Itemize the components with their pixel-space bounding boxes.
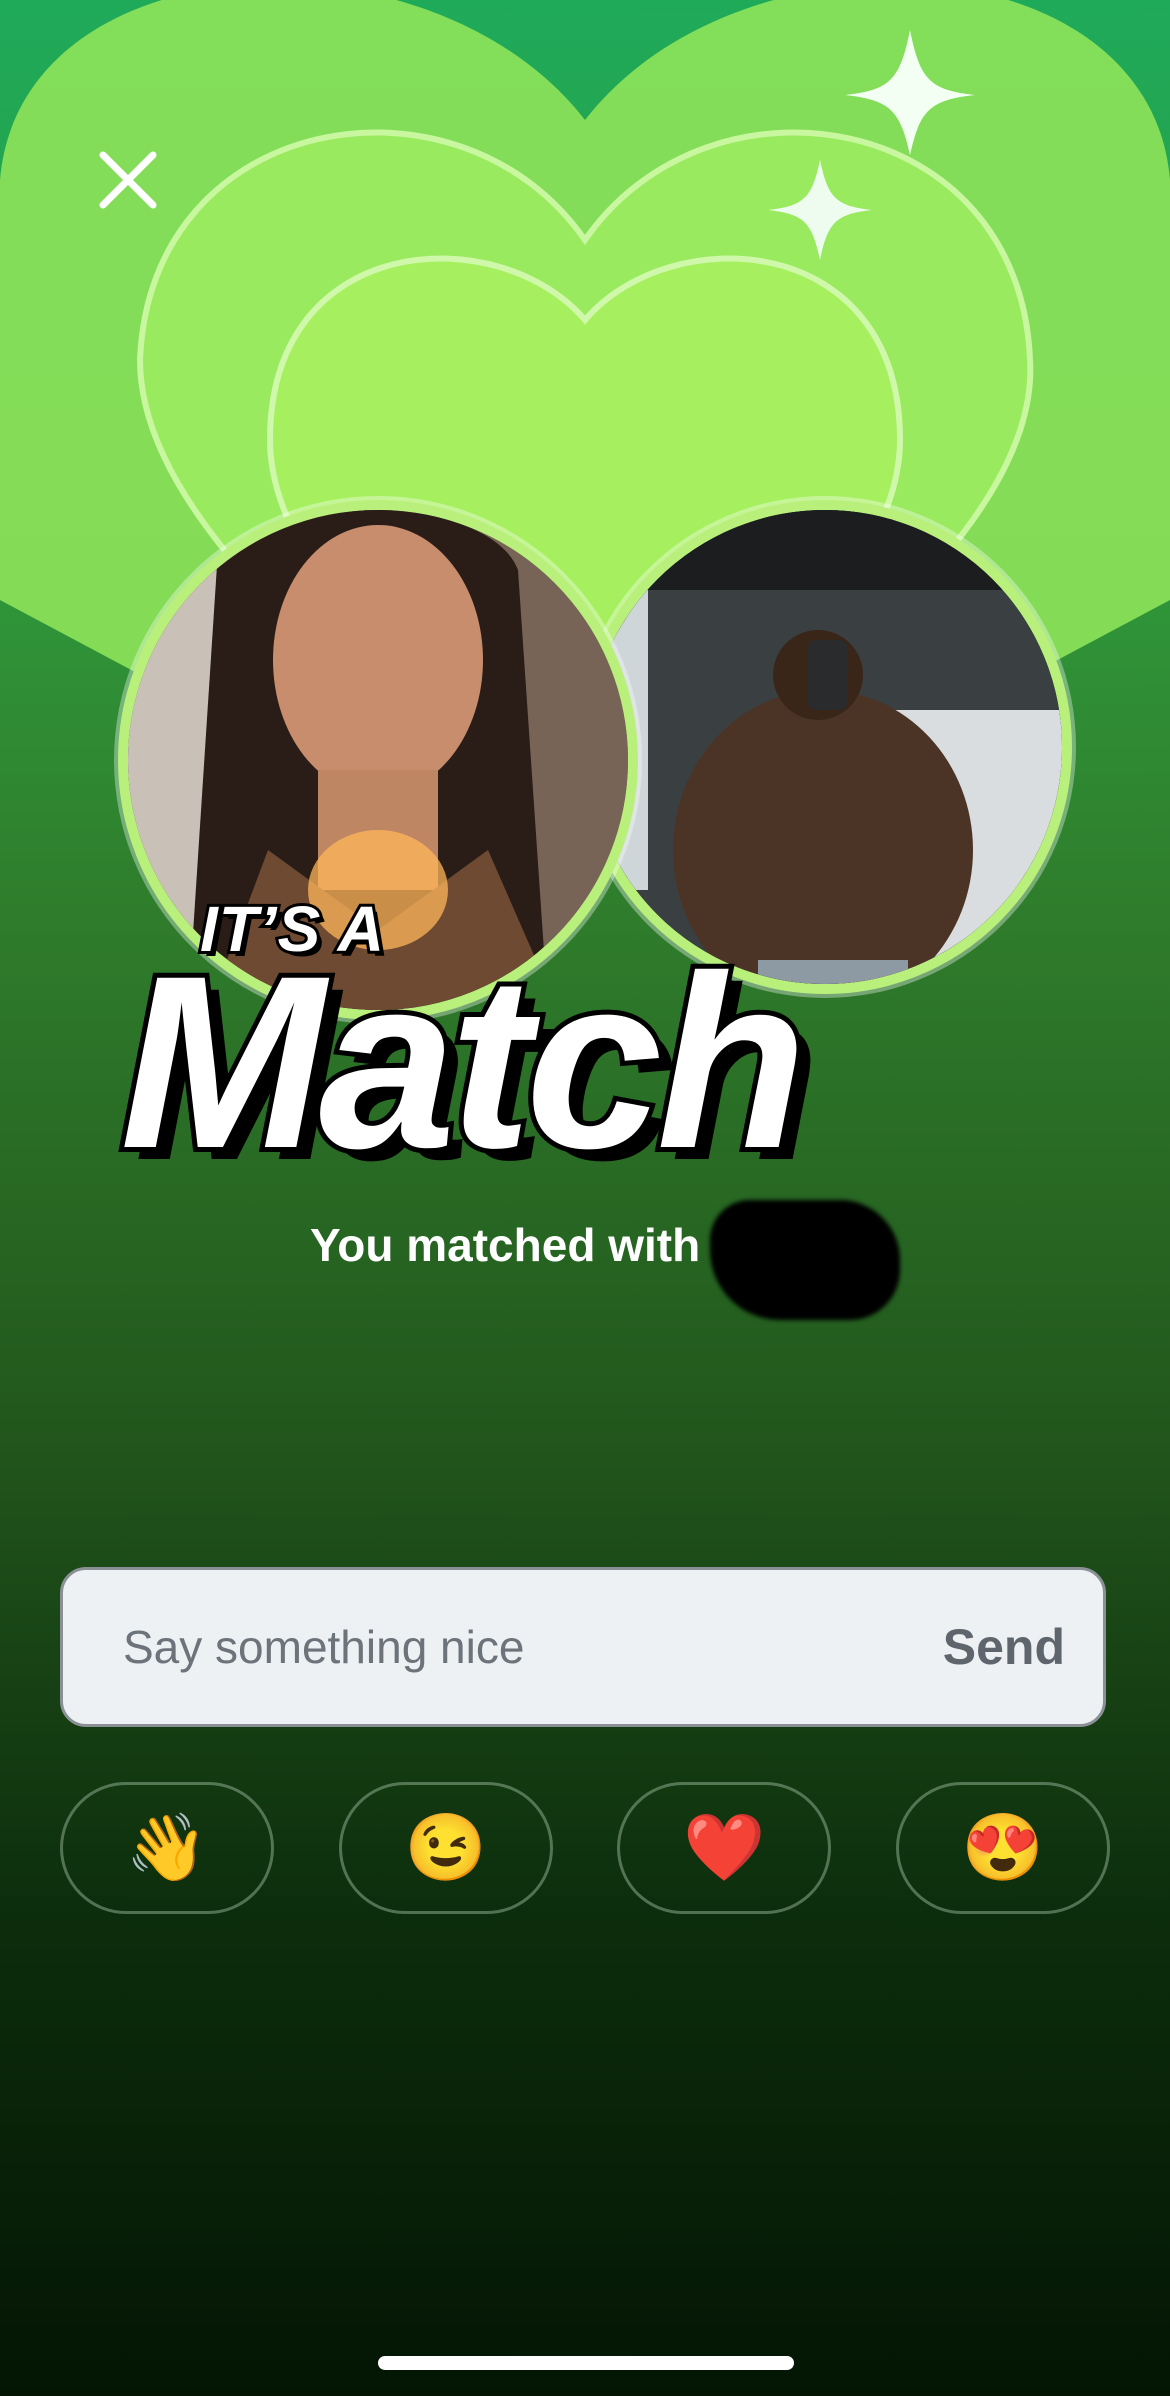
- match-title: Match: [115, 925, 812, 1200]
- emoji-button-winking-face[interactable]: 😉: [338, 1782, 553, 1914]
- message-composer: Send: [60, 1567, 1106, 1727]
- close-button[interactable]: [88, 140, 168, 220]
- quick-reply-row: 👋 😉 ❤️ 😍: [60, 1782, 1110, 1914]
- emoji-button-waving-hand[interactable]: 👋: [60, 1782, 274, 1914]
- send-button[interactable]: Send: [937, 1617, 1071, 1677]
- redacted-name: [710, 1200, 901, 1320]
- message-input[interactable]: [121, 1619, 885, 1675]
- emoji-button-heart-eyes[interactable]: 😍: [895, 1782, 1110, 1914]
- avatar-match: [578, 500, 1072, 994]
- home-indicator[interactable]: [378, 2356, 794, 2370]
- matched-with-text: You matched with: [310, 1219, 701, 1271]
- emoji-button-red-heart[interactable]: ❤️: [617, 1782, 832, 1914]
- matched-with-row: You matched with: [310, 1200, 901, 1320]
- close-icon: [99, 151, 157, 209]
